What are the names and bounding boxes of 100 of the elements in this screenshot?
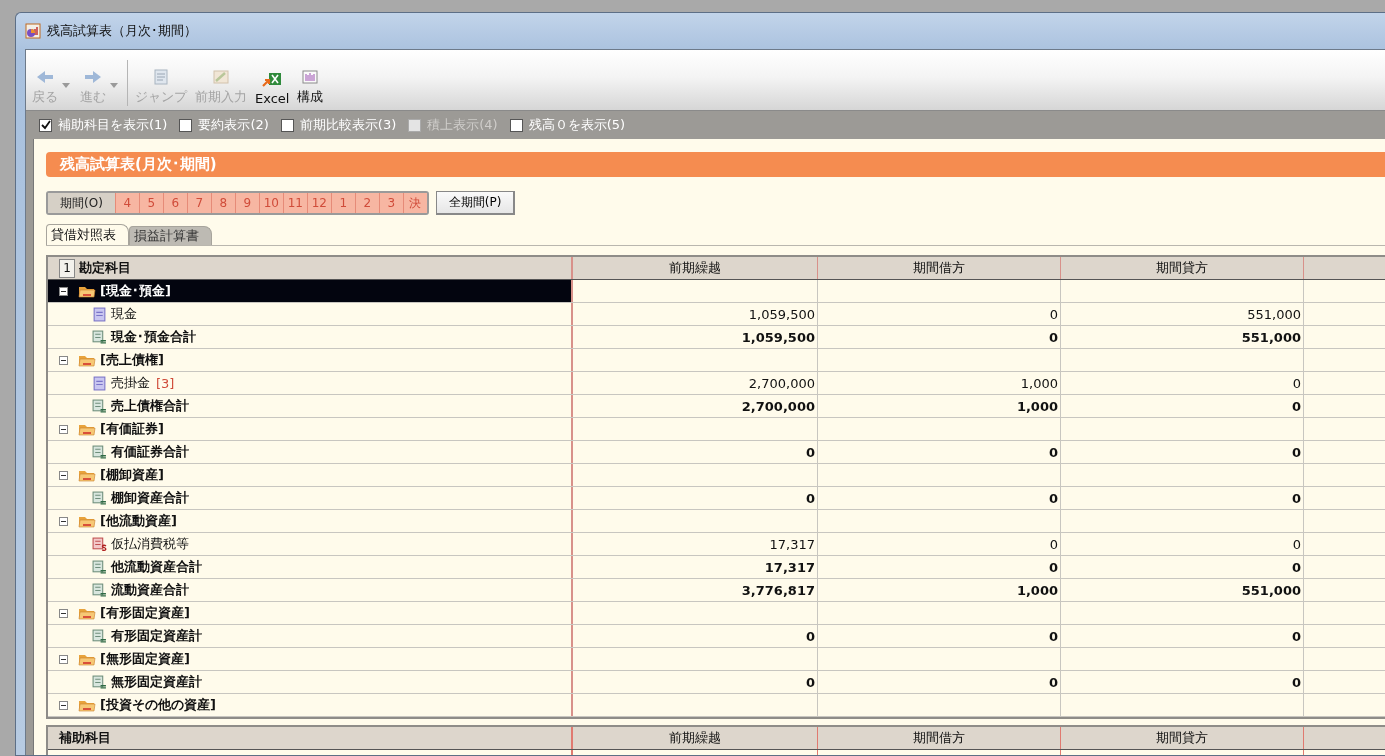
tree-row[interactable]: 売上債権合計 2,700,000 1,000 0 <box>48 395 1385 418</box>
tax-ledger-icon <box>92 536 107 552</box>
checkbox[interactable] <box>280 118 294 132</box>
tree-row[interactable]: 棚卸資産合計 0 0 0 <box>48 487 1385 510</box>
tab[interactable]: 貸借対照表 <box>46 224 129 245</box>
tree-row[interactable]: [投資その他の資産] <box>48 694 1385 717</box>
left-arrow-icon <box>35 69 55 85</box>
account-label: 有価証券合計 <box>111 443 189 461</box>
amount-cell: 0 <box>573 671 818 693</box>
toolbar-button[interactable]: Excel <box>251 72 294 106</box>
amount-cell: 551,000 <box>1061 326 1304 348</box>
checked-checkbox[interactable] <box>39 118 52 132</box>
amount-cell: 0 <box>1061 487 1304 509</box>
tree-row[interactable]: [他流動資産] <box>48 510 1385 533</box>
tree-row[interactable]: 他流動資産合計 17,317 0 0 <box>48 556 1385 579</box>
group-label: [無形固定資産] <box>100 650 190 668</box>
column-header: 期間貸方 <box>1061 257 1304 279</box>
tree-row[interactable]: 有形固定資産計 0 0 0 <box>48 625 1385 648</box>
tree-row[interactable]: [現金･預金] <box>48 280 1385 303</box>
account-label: 無形固定資産計 <box>111 673 202 691</box>
account-label: 売上債権合計 <box>111 397 189 415</box>
collapse-toggle-icon[interactable] <box>59 470 68 480</box>
group-label: [投資その他の資産] <box>100 696 216 714</box>
folder-icon <box>78 606 96 620</box>
collapse-toggle-icon[interactable] <box>59 700 68 710</box>
column-header: 補助科目 <box>48 727 573 749</box>
amount-cell: 1,000 <box>818 395 1061 417</box>
collapse-toggle-icon[interactable] <box>59 654 68 664</box>
amount-cell: 0 <box>818 303 1061 325</box>
tree-row[interactable]: 無形固定資産計 0 0 0 <box>48 671 1385 694</box>
collapse-toggle-icon[interactable] <box>59 355 68 365</box>
group-label: [他流動資産] <box>100 512 177 530</box>
amount-cell: 0 <box>573 625 818 647</box>
period-label: 期間(O) <box>48 193 115 213</box>
amount-cell: 0 <box>1061 556 1304 578</box>
bar-chart-icon <box>300 69 321 85</box>
tree-row[interactable]: [売上債権] <box>48 349 1385 372</box>
tree-row[interactable]: 現金･預金合計 1,059,500 0 551,000 <box>48 326 1385 349</box>
count-label: [3] <box>156 375 175 391</box>
section-heading: 残高試算表(月次･期間) <box>46 152 1385 177</box>
group-label: [現金･預金] <box>100 282 171 300</box>
document-icon <box>151 69 171 85</box>
amount-cell: 0 <box>818 441 1061 463</box>
amount-cell: 0 <box>1061 533 1304 555</box>
ledger-stack-icon <box>92 329 107 345</box>
ledger-stack-icon <box>92 628 107 644</box>
account-label: 棚卸資産合計 <box>111 489 189 507</box>
ledger-stack-icon <box>92 444 107 460</box>
ledger-stack-icon <box>92 398 107 414</box>
spreadsheet-export-icon <box>262 72 283 88</box>
amount-cell: 1,059,500 <box>573 326 818 348</box>
amount-cell: 0 <box>818 671 1061 693</box>
column-header: 前期繰越 <box>573 257 818 279</box>
amount-cell: 0 <box>1061 671 1304 693</box>
account-label: 仮払消費税等 <box>111 535 189 553</box>
column-header: 前期繰越 <box>573 727 818 749</box>
ledger-stack-icon <box>92 490 107 506</box>
account-label: 他流動資産合計 <box>111 558 202 576</box>
collapse-toggle-icon[interactable] <box>59 424 68 434</box>
collapse-toggle-icon[interactable] <box>59 608 68 618</box>
group-label: [有価証券] <box>100 420 164 438</box>
ledger-stack-icon <box>92 674 107 690</box>
amount-cell: 551,000 <box>1061 579 1304 601</box>
tab[interactable]: 損益計算書 <box>129 226 212 245</box>
collapse-toggle-icon[interactable] <box>59 516 68 526</box>
group-label: [棚卸資産] <box>100 466 164 484</box>
tree-row[interactable]: 売掛金 [3] 2,700,000 1,000 0 <box>48 372 1385 395</box>
toolbar-button[interactable]: 構成 <box>293 69 328 106</box>
window-title: 残高試算表（月次･期間） <box>47 22 197 40</box>
tree-row[interactable]: [棚卸資産] <box>48 464 1385 487</box>
tree-row[interactable]: 有価証券合計 0 0 0 <box>48 441 1385 464</box>
tree-row[interactable]: [無形固定資産] <box>48 648 1385 671</box>
ledger-stack-icon <box>92 559 107 575</box>
column-header: 期間借方 <box>818 257 1061 279</box>
amount-cell: 17,317 <box>573 533 818 555</box>
amount-cell: 0 <box>818 556 1061 578</box>
amount-cell: 551,000 <box>1061 303 1304 325</box>
account-label: 現金･預金合計 <box>111 328 196 346</box>
amount-cell: 17,317 <box>573 556 818 578</box>
tree-row[interactable]: [有形固定資産] <box>48 602 1385 625</box>
all-periods-button[interactable]: 全期間(P) <box>435 191 516 215</box>
checkbox[interactable] <box>509 118 523 132</box>
ledger-icon <box>92 306 107 322</box>
checkbox[interactable] <box>179 118 193 132</box>
column-header: 勘定科目 <box>79 259 131 277</box>
folder-icon <box>78 353 96 367</box>
amount-cell: 2,700,000 <box>573 372 818 394</box>
column-header: 期間借方 <box>818 727 1061 749</box>
folder-icon <box>78 514 96 528</box>
tree-row[interactable]: 仮払消費税等 17,317 0 0 <box>48 533 1385 556</box>
group-label: [有形固定資産] <box>100 604 190 622</box>
amount-cell: 1,000 <box>818 372 1061 394</box>
amount-cell: 0 <box>1061 625 1304 647</box>
account-label: 現金 <box>111 305 137 323</box>
account-label: 流動資産合計 <box>111 581 189 599</box>
tree-row[interactable]: 流動資産合計 3,776,817 1,000 551,000 <box>48 579 1385 602</box>
account-label: 有形固定資産計 <box>111 627 202 645</box>
tree-row[interactable]: 現金 1,059,500 0 551,000 <box>48 303 1385 326</box>
tree-row[interactable]: [有価証券] <box>48 418 1385 441</box>
collapse-toggle-icon[interactable] <box>59 286 68 296</box>
